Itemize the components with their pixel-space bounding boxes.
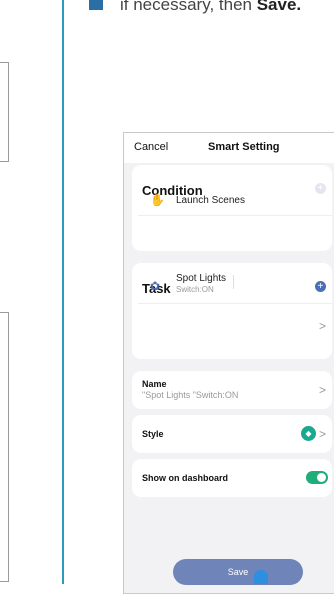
style-row[interactable]: Style ◆ > xyxy=(132,415,332,453)
dashboard-row: Show on dashboard xyxy=(132,459,332,497)
column-divider xyxy=(62,0,64,584)
style-label: Style xyxy=(142,429,164,439)
show-on-dashboard-label: Show on dashboard xyxy=(142,473,229,483)
phone-header: Cancel Smart Setting xyxy=(124,133,334,163)
cropped-panel-bottom xyxy=(0,312,9,582)
cropped-panel-top xyxy=(0,62,9,162)
name-row[interactable]: Name "Spot Lights "Switch:ON > xyxy=(132,371,332,409)
spot-lights-label[interactable]: Spot Lights xyxy=(176,273,226,284)
phone-screen: Cancel Smart Setting Condition + ✋ Launc… xyxy=(123,132,334,594)
style-icon: ◆ xyxy=(301,426,316,441)
add-task-icon[interactable]: + xyxy=(315,281,326,292)
bulb-icon: ✿ xyxy=(149,279,161,293)
condition-card: Condition + xyxy=(132,165,332,251)
task-card: Task + > xyxy=(132,263,332,359)
chevron-right-icon[interactable]: > xyxy=(319,319,326,333)
launch-scenes-label[interactable]: Launch Scenes xyxy=(176,195,245,206)
chevron-right-icon: > xyxy=(318,427,326,441)
spot-lights-status: Switch:ON xyxy=(176,285,214,294)
divider xyxy=(138,215,332,216)
page-title: Smart Setting xyxy=(208,141,280,153)
tap-cursor-icon xyxy=(254,570,268,584)
name-value: "Spot Lights "Switch:ON xyxy=(142,390,239,400)
instruction-text: if necessary, then Save. xyxy=(120,0,302,14)
save-button[interactable]: Save xyxy=(173,559,303,585)
chevron-right-icon: > xyxy=(318,383,326,397)
separator xyxy=(233,275,234,289)
divider xyxy=(138,303,332,304)
dashboard-toggle[interactable] xyxy=(306,471,328,484)
step-number-badge xyxy=(89,0,103,10)
hand-icon: ✋ xyxy=(150,193,165,207)
cancel-button[interactable]: Cancel xyxy=(134,141,168,153)
name-label: Name xyxy=(142,379,167,389)
add-condition-icon[interactable]: + xyxy=(315,183,326,194)
toggle-knob xyxy=(317,473,326,482)
